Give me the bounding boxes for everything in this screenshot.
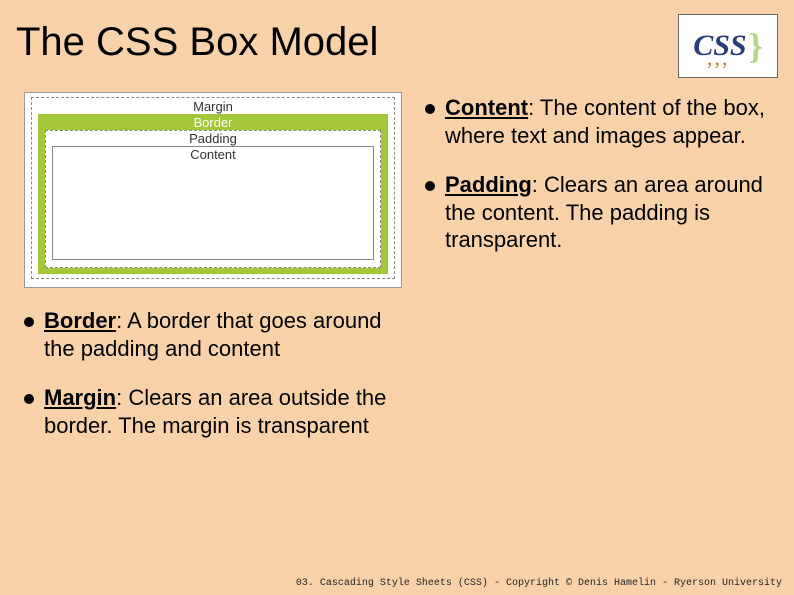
diagram-margin-box: Margin Border Padding Content [31,97,395,279]
bullet-icon [425,104,435,114]
bullet-text: Border: A border that goes around the pa… [44,307,402,362]
list-item: Content: The content of the box, where t… [425,94,775,149]
bullet-icon [24,317,34,327]
diagram-padding-box: Padding Content [45,130,381,268]
css-logo: CSS} ,,, [678,14,778,78]
slide-title: The CSS Box Model [16,20,378,65]
bullet-icon [425,181,435,191]
logo-brace-icon: } [749,25,763,67]
bullet-text: Padding: Clears an area around the conte… [445,171,775,254]
box-model-diagram: Margin Border Padding Content [24,92,402,288]
logo-dots: ,,, [707,45,730,71]
right-column: Content: The content of the box, where t… [425,94,775,276]
bullet-text: Margin: Clears an area outside the borde… [44,384,402,439]
bullet-icon [24,394,34,404]
bullet-text: Content: The content of the box, where t… [445,94,775,149]
diagram-border-label: Border [45,115,381,130]
list-item: Border: A border that goes around the pa… [24,307,402,362]
list-item: Margin: Clears an area outside the borde… [24,384,402,439]
footer-copyright: 03. Cascading Style Sheets (CSS) - Copyr… [296,578,782,589]
diagram-content-label: Content [53,147,373,162]
diagram-border-box: Border Padding Content [38,114,388,274]
diagram-content-box: Content [52,146,374,260]
left-column: Border: A border that goes around the pa… [24,307,402,461]
diagram-padding-label: Padding [52,131,374,146]
diagram-margin-label: Margin [38,98,388,114]
list-item: Padding: Clears an area around the conte… [425,171,775,254]
